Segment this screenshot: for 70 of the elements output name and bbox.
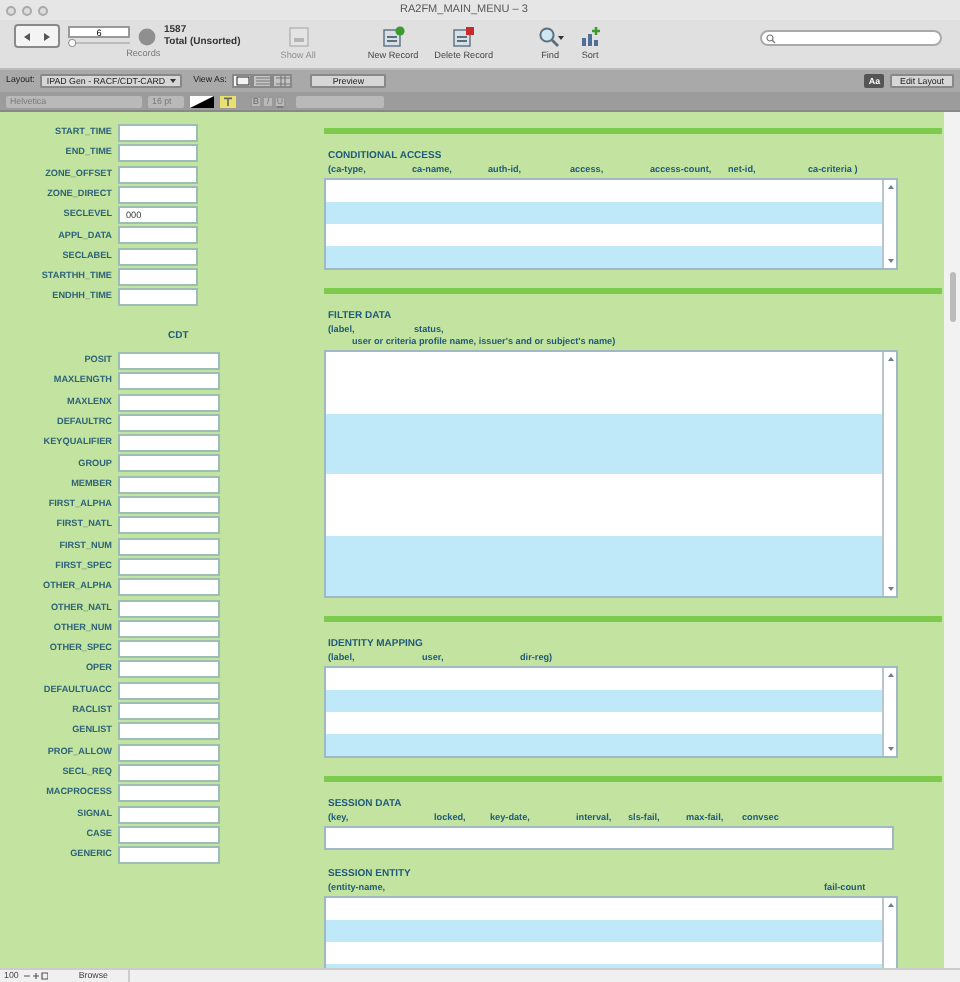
record-slider[interactable] xyxy=(68,37,130,47)
input-field[interactable] xyxy=(118,557,220,576)
input-field[interactable] xyxy=(118,702,220,721)
scrollbar[interactable] xyxy=(882,352,896,596)
portal[interactable] xyxy=(324,896,898,968)
scroll-thumb[interactable] xyxy=(949,272,955,322)
input-field[interactable] xyxy=(118,578,220,597)
input-field[interactable] xyxy=(118,454,220,473)
input-field[interactable] xyxy=(118,185,198,204)
input-field[interactable] xyxy=(118,372,220,391)
window-scrollbar[interactable] xyxy=(944,112,960,968)
scrollbar[interactable] xyxy=(882,898,896,968)
input-field[interactable] xyxy=(118,124,198,142)
input-field[interactable] xyxy=(118,763,220,782)
scroll-up-icon[interactable] xyxy=(885,182,895,192)
input-field[interactable] xyxy=(118,722,220,741)
scroll-down-icon[interactable] xyxy=(885,744,895,754)
portal[interactable] xyxy=(324,350,898,598)
input-field[interactable] xyxy=(118,475,220,494)
caret-icon xyxy=(169,78,176,84)
scrollbar[interactable] xyxy=(882,180,896,268)
scroll-down-icon[interactable] xyxy=(885,584,895,594)
input-field[interactable] xyxy=(118,805,220,823)
input-field[interactable] xyxy=(118,599,220,618)
next-icon[interactable] xyxy=(42,31,53,41)
input-field[interactable] xyxy=(118,516,220,535)
scroll-up-icon[interactable] xyxy=(885,354,895,364)
input-field[interactable] xyxy=(118,165,198,184)
portal[interactable] xyxy=(324,178,898,270)
color-swatch-icon[interactable] xyxy=(190,95,214,107)
input-field[interactable] xyxy=(118,413,220,432)
input-field[interactable] xyxy=(118,784,220,803)
previous-icon[interactable] xyxy=(21,31,32,41)
input-field[interactable] xyxy=(118,496,220,515)
input-field[interactable] xyxy=(118,288,198,307)
input-field[interactable] xyxy=(118,640,220,659)
input-field[interactable] xyxy=(118,393,220,412)
record-navigation[interactable] xyxy=(14,24,60,48)
input-field[interactable] xyxy=(324,826,894,850)
scroll-up-icon[interactable] xyxy=(885,900,895,910)
scroll-down-icon[interactable] xyxy=(885,256,895,266)
input-field[interactable] xyxy=(118,825,220,844)
input-field[interactable] xyxy=(118,846,220,865)
scroll-up-icon[interactable] xyxy=(885,670,895,680)
input-field[interactable] xyxy=(118,681,220,700)
input-field[interactable] xyxy=(118,434,220,453)
zoom-icon[interactable] xyxy=(24,972,49,980)
input-field[interactable] xyxy=(118,247,198,266)
input-field[interactable] xyxy=(118,743,220,762)
delete-record-icon xyxy=(451,26,476,48)
input-field[interactable] xyxy=(118,660,220,679)
highlight-icon[interactable] xyxy=(220,95,236,107)
view-mode-button[interactable] xyxy=(252,74,273,88)
input-field[interactable] xyxy=(118,351,220,370)
search-field[interactable] xyxy=(760,30,942,46)
document-icon xyxy=(287,26,310,48)
search-icon xyxy=(766,33,778,43)
new-record-icon xyxy=(381,26,406,48)
input-field[interactable] xyxy=(118,537,220,556)
input-field[interactable] xyxy=(118,144,198,163)
input-field[interactable] xyxy=(118,226,198,245)
scrollbar[interactable] xyxy=(882,668,896,756)
view-mode-button[interactable] xyxy=(272,74,293,88)
search-icon xyxy=(537,26,564,48)
view-mode-button[interactable] xyxy=(232,74,253,88)
input-field[interactable] xyxy=(118,619,220,638)
input-field[interactable] xyxy=(118,268,198,287)
sort-icon xyxy=(579,26,602,48)
portal[interactable] xyxy=(324,666,898,758)
slider-thumb[interactable] xyxy=(68,37,77,47)
